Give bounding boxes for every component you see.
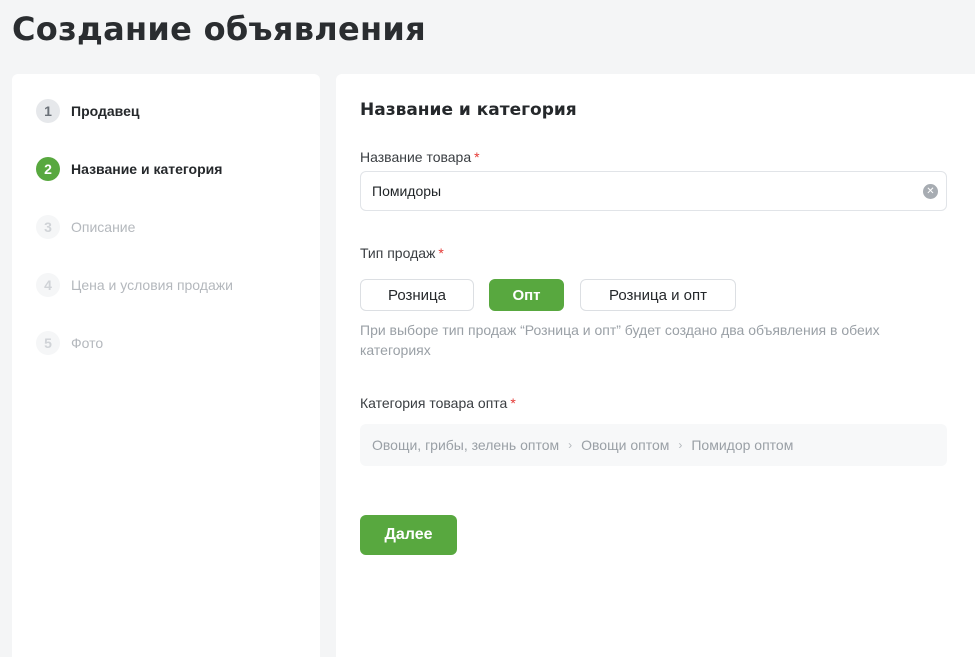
category-level-1: Овощи, грибы, зелень оптом bbox=[372, 437, 560, 453]
product-name-label: Название товара * bbox=[360, 149, 480, 165]
step-label: Описание bbox=[71, 219, 136, 235]
step-number: 5 bbox=[36, 331, 60, 355]
clear-icon[interactable]: ✕ bbox=[923, 184, 938, 199]
step-label: Фото bbox=[71, 335, 104, 351]
category-level-2: Овощи оптом bbox=[581, 437, 670, 453]
page-title: Создание объявления bbox=[12, 10, 426, 48]
category-label: Категория товара опта * bbox=[360, 395, 516, 411]
step-label: Цена и условия продажи bbox=[71, 277, 233, 293]
sale-type-label: Тип продаж * bbox=[360, 245, 444, 261]
required-mark: * bbox=[474, 149, 480, 165]
chevron-right-icon: › bbox=[568, 438, 573, 452]
product-name-input[interactable] bbox=[372, 183, 912, 199]
product-name-field[interactable]: ✕ bbox=[360, 171, 947, 211]
required-mark: * bbox=[438, 245, 444, 261]
label-text: Тип продаж bbox=[360, 245, 436, 261]
next-button[interactable]: Далее bbox=[360, 515, 457, 555]
step-price-terms[interactable]: 4 Цена и условия продажи bbox=[36, 272, 233, 298]
step-number: 4 bbox=[36, 273, 60, 297]
label-text: Категория товара опта bbox=[360, 395, 508, 411]
step-description[interactable]: 3 Описание bbox=[36, 214, 135, 240]
step-photo[interactable]: 5 Фото bbox=[36, 330, 103, 356]
step-label: Название и категория bbox=[71, 161, 223, 177]
step-number: 1 bbox=[36, 99, 60, 123]
category-breadcrumb[interactable]: Овощи, грибы, зелень оптом › Овощи оптом… bbox=[360, 424, 947, 466]
sale-type-both-button[interactable]: Розница и опт bbox=[580, 279, 736, 311]
category-level-3: Помидор оптом bbox=[691, 437, 794, 453]
step-seller[interactable]: 1 Продавец bbox=[36, 98, 139, 124]
sale-type-hint: При выборе тип продаж “Розница и опт” бу… bbox=[360, 322, 880, 358]
section-title: Название и категория bbox=[360, 100, 577, 120]
step-number: 2 bbox=[36, 157, 60, 181]
label-text: Название товара bbox=[360, 149, 472, 165]
steps-sidebar: 1 Продавец 2 Название и категория 3 Опис… bbox=[12, 74, 320, 657]
form-panel: Название и категория Название товара* ✕ … bbox=[336, 74, 975, 657]
step-label: Продавец bbox=[71, 103, 140, 119]
sale-type-wholesale-button[interactable]: Опт bbox=[489, 279, 564, 311]
sale-type-retail-button[interactable]: Розница bbox=[360, 279, 474, 311]
required-mark: * bbox=[510, 395, 516, 411]
step-name-category[interactable]: 2 Название и категория bbox=[36, 156, 222, 182]
chevron-right-icon: › bbox=[678, 438, 683, 452]
step-number: 3 bbox=[36, 215, 60, 239]
